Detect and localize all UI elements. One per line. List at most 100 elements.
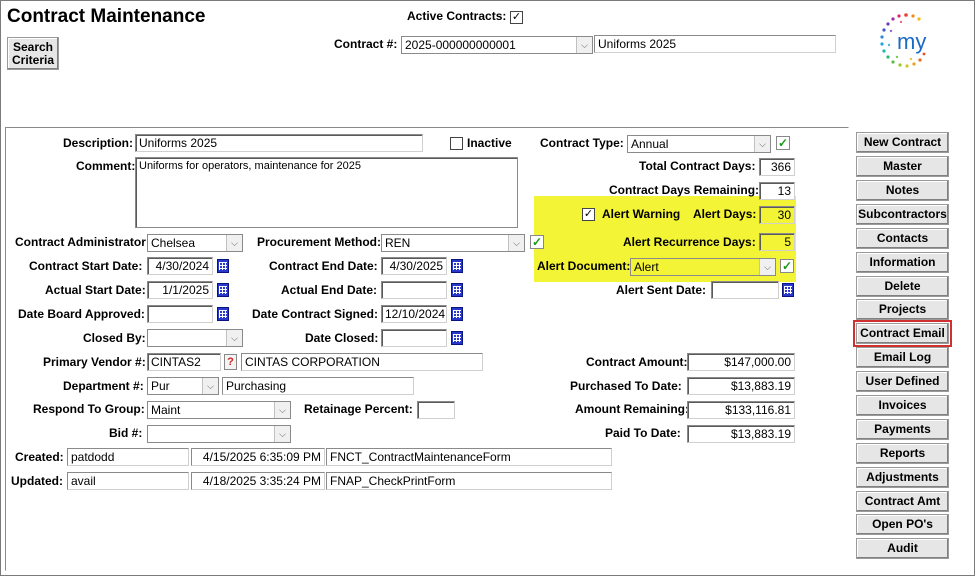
- closed-by-select[interactable]: ⌵: [147, 329, 243, 347]
- vendor-name-field[interactable]: CINTAS CORPORATION: [241, 353, 483, 371]
- retainage-field[interactable]: [417, 401, 455, 419]
- new-contract-button[interactable]: New Contract: [856, 132, 949, 153]
- date-signed-field[interactable]: 12/10/2024: [381, 305, 447, 323]
- board-approved-field[interactable]: [147, 305, 213, 323]
- bid-label: Bid #:: [109, 426, 143, 440]
- chevron-down-icon[interactable]: ⌵: [226, 330, 242, 346]
- contract-number-select[interactable]: 2025-000000000001 ⌵: [401, 36, 593, 54]
- department-name-field[interactable]: Purchasing: [222, 377, 414, 395]
- alert-sent-label: Alert Sent Date:: [616, 283, 707, 297]
- email-log-button[interactable]: Email Log: [856, 347, 949, 368]
- description-field[interactable]: Uniforms 2025: [135, 134, 423, 152]
- actual-end-field[interactable]: [381, 281, 447, 299]
- comment-textarea[interactable]: Uniforms for operators, maintenance for …: [135, 157, 518, 228]
- bid-select[interactable]: ⌵: [147, 425, 291, 443]
- chevron-down-icon[interactable]: ⌵: [576, 37, 592, 53]
- procurement-confirm-icon[interactable]: ✓: [530, 235, 544, 249]
- date-closed-calendar-icon[interactable]: [451, 331, 463, 345]
- chevron-down-icon[interactable]: ⌵: [508, 235, 524, 251]
- contract-admin-value: Chelsea: [151, 236, 196, 250]
- contract-amt-button[interactable]: Contract Amt: [856, 491, 949, 512]
- days-remaining-field[interactable]: 13: [759, 182, 795, 200]
- contract-number-value: 2025-000000000001: [405, 38, 516, 52]
- end-date-label: Contract End Date:: [269, 259, 378, 273]
- contract-admin-select[interactable]: Chelsea ⌵: [147, 234, 243, 252]
- my-logo: my: [871, 7, 941, 77]
- days-remaining-label: Contract Days Remaining:: [609, 183, 760, 197]
- respond-group-label: Respond To Group:: [33, 402, 145, 416]
- alert-document-select[interactable]: Alert ⌵: [630, 258, 776, 276]
- end-date-field[interactable]: 4/30/2025: [381, 257, 447, 275]
- reports-button[interactable]: Reports: [856, 443, 949, 464]
- paid-to-date-label: Paid To Date:: [605, 426, 681, 440]
- description-label: Description:: [63, 136, 134, 150]
- actual-start-calendar-icon[interactable]: [217, 283, 229, 297]
- inactive-checkbox[interactable]: [450, 137, 463, 150]
- invoices-button[interactable]: Invoices: [856, 395, 949, 416]
- paid-to-date-field[interactable]: $13,883.19: [687, 425, 795, 443]
- projects-button[interactable]: Projects: [856, 299, 949, 320]
- alert-days-field[interactable]: 30: [759, 206, 795, 224]
- total-days-field[interactable]: 366: [759, 158, 795, 176]
- created-form-field: FNCT_ContractMaintenanceForm: [326, 448, 612, 466]
- chevron-down-icon[interactable]: ⌵: [759, 259, 775, 275]
- search-criteria-button[interactable]: Search Criteria: [7, 37, 59, 70]
- department-select[interactable]: Pur ⌵: [147, 377, 219, 395]
- board-approved-calendar-icon[interactable]: [217, 307, 229, 321]
- active-contracts-label: Active Contracts:: [407, 9, 507, 23]
- alert-document-confirm-icon[interactable]: ✓: [780, 259, 794, 273]
- total-days-label: Total Contract Days:: [639, 159, 756, 173]
- date-signed-calendar-icon[interactable]: [451, 307, 463, 321]
- contract-type-confirm-icon[interactable]: ✓: [776, 136, 790, 150]
- master-button[interactable]: Master: [856, 156, 949, 177]
- user-defined-button[interactable]: User Defined: [856, 371, 949, 392]
- alert-recurrence-field[interactable]: 5: [759, 233, 795, 251]
- start-date-field[interactable]: 4/30/2024: [147, 257, 213, 275]
- start-date-calendar-icon[interactable]: [217, 259, 229, 273]
- vendor-code-field[interactable]: CINTAS2: [147, 353, 221, 371]
- contract-type-select[interactable]: Annual ⌵: [627, 135, 771, 153]
- information-button[interactable]: Information: [856, 252, 949, 273]
- logo-text: my: [897, 29, 927, 54]
- alert-sent-calendar-icon[interactable]: [782, 283, 794, 297]
- active-contracts-checkbox[interactable]: ✓: [510, 11, 523, 24]
- notes-button[interactable]: Notes: [856, 180, 949, 201]
- alert-warning-checkbox[interactable]: ✓: [582, 208, 595, 221]
- procurement-select[interactable]: REN ⌵: [381, 234, 525, 252]
- contract-type-value: Annual: [631, 137, 669, 151]
- comment-label: Comment:: [76, 159, 136, 173]
- date-closed-field[interactable]: [381, 329, 447, 347]
- chevron-down-icon[interactable]: ⌵: [754, 136, 770, 152]
- actual-start-field[interactable]: 1/1/2025: [147, 281, 213, 299]
- actual-start-label: Actual Start Date:: [45, 283, 146, 297]
- procurement-value: REN: [385, 236, 411, 250]
- procurement-label: Procurement Method:: [257, 235, 382, 249]
- contract-amount-field[interactable]: $147,000.00: [687, 353, 795, 371]
- chevron-down-icon[interactable]: ⌵: [202, 378, 218, 394]
- purchased-field[interactable]: $13,883.19: [687, 377, 795, 395]
- adjustments-button[interactable]: Adjustments: [856, 467, 949, 488]
- chevron-down-icon[interactable]: ⌵: [274, 402, 290, 418]
- respond-group-select[interactable]: Maint ⌵: [147, 401, 291, 419]
- audit-button[interactable]: Audit: [856, 538, 949, 559]
- start-date-label: Contract Start Date:: [29, 259, 143, 273]
- chevron-down-icon[interactable]: ⌵: [274, 426, 290, 442]
- chevron-down-icon[interactable]: ⌵: [226, 235, 242, 251]
- contract-email-button[interactable]: Contract Email: [853, 320, 952, 347]
- contract-maintenance-window: Contract Maintenance Search Criteria Act…: [0, 0, 975, 576]
- alert-document-label: Alert Document:: [537, 259, 631, 273]
- alert-sent-field[interactable]: [711, 281, 779, 299]
- actual-end-calendar-icon[interactable]: [451, 283, 463, 297]
- alert-document-value: Alert: [634, 260, 659, 274]
- open-pos-button[interactable]: Open PO's: [856, 514, 949, 535]
- vendor-lookup-icon[interactable]: ?: [224, 354, 237, 370]
- end-date-calendar-icon[interactable]: [451, 259, 463, 273]
- date-closed-label: Date Closed:: [305, 331, 379, 345]
- amount-remaining-field[interactable]: $133,116.81: [687, 401, 795, 419]
- contacts-button[interactable]: Contacts: [856, 228, 949, 249]
- subcontractors-button[interactable]: Subcontractors: [856, 204, 949, 225]
- contract-amount-label: Contract Amount:: [586, 355, 688, 369]
- delete-button[interactable]: Delete: [856, 276, 949, 297]
- contract-name-field[interactable]: Uniforms 2025: [594, 35, 836, 53]
- payments-button[interactable]: Payments: [856, 419, 949, 440]
